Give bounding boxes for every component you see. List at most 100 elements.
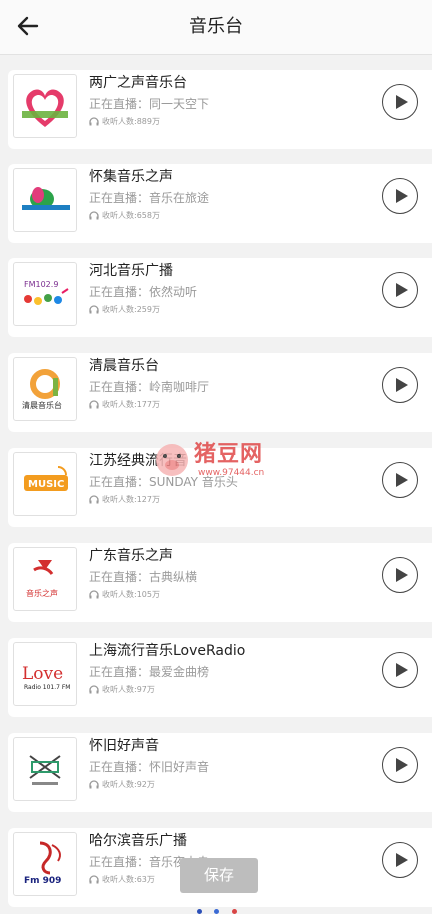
play-icon <box>396 853 408 867</box>
station-logo: MUSIC <box>13 452 77 516</box>
station-logo: FM102.9 <box>13 262 77 326</box>
page-indicator <box>197 909 241 914</box>
headphones-icon <box>89 305 99 314</box>
listener-count-text: 收听人数:97万 <box>102 685 155 694</box>
headphones-icon <box>89 117 99 126</box>
heart-logo-icon <box>22 89 68 127</box>
headphones-icon <box>89 780 99 789</box>
station-card[interactable]: 怀集音乐之声 正在直播：音乐在旅途 收听人数:658万 <box>8 164 432 243</box>
station-logo: Fm 909 <box>13 832 77 896</box>
huaiji-logo-icon <box>22 187 70 210</box>
play-button[interactable] <box>382 84 418 120</box>
love-logo-subtext: Radio 101.7 FM <box>24 684 70 691</box>
station-card[interactable]: FM102.9 河北音乐广播 正在直播：依然动听 收听人数:259万 <box>8 258 432 337</box>
live-program: 正在直播：岭南咖啡厅 <box>89 380 210 394</box>
watermark: 猪豆网 www.97444.cn <box>150 436 280 488</box>
qingchen-logo-text: 清晨音乐台 <box>22 400 62 410</box>
play-icon <box>396 378 408 392</box>
live-program: 正在直播：怀旧好声音 <box>89 760 210 774</box>
love-logo-text: Love <box>22 664 63 684</box>
play-button[interactable] <box>382 842 418 878</box>
listener-count-text: 收听人数:259万 <box>102 305 160 314</box>
watermark-text: 猪豆网 <box>194 442 264 467</box>
play-button[interactable] <box>382 747 418 783</box>
listener-count: 收听人数:177万 <box>89 399 160 410</box>
play-icon <box>396 189 408 203</box>
station-name: 怀集音乐之声 <box>89 169 173 185</box>
listener-count: 收听人数:889万 <box>89 116 160 127</box>
listener-count-text: 收听人数:63万 <box>102 875 155 884</box>
play-icon <box>396 95 408 109</box>
listener-count: 收听人数:97万 <box>89 684 155 695</box>
station-card[interactable]: 两广之声音乐台 正在直播：同一天空下 收听人数:889万 <box>8 70 432 149</box>
station-logo: 清晨音乐台 <box>13 357 77 421</box>
listener-count-text: 收听人数:658万 <box>102 211 160 220</box>
station-logo: 音乐之声 <box>13 547 77 611</box>
listener-count-text: 收听人数:889万 <box>102 117 160 126</box>
listener-count: 收听人数:105万 <box>89 589 160 600</box>
station-name: 怀旧好声音 <box>89 738 159 754</box>
guangdong-logo-text: 音乐之声 <box>26 588 58 598</box>
love-logo-icon: Love Radio 101.7 FM <box>22 664 70 691</box>
play-button[interactable] <box>382 367 418 403</box>
music-logo-text: MUSIC <box>28 479 64 490</box>
play-icon <box>396 568 408 582</box>
listener-count-text: 收听人数:105万 <box>102 590 160 599</box>
page-title: 音乐台 <box>189 16 243 37</box>
station-name: 广东音乐之声 <box>89 548 173 564</box>
live-program: 正在直播：同一天空下 <box>89 97 210 111</box>
hebei-logo-text: FM102.9 <box>24 280 58 289</box>
page-dot <box>214 909 219 914</box>
play-icon <box>396 283 408 297</box>
music-logo-icon: MUSIC <box>24 466 68 491</box>
listener-count: 收听人数:658万 <box>89 210 160 221</box>
play-button[interactable] <box>382 178 418 214</box>
live-program: 正在直播：古典纵横 <box>89 570 198 584</box>
listener-count: 收听人数:63万 <box>89 874 155 885</box>
listener-count-text: 收听人数:177万 <box>102 400 160 409</box>
headphones-icon <box>89 400 99 409</box>
play-button[interactable] <box>382 272 418 308</box>
save-button[interactable]: 保存 <box>180 858 258 893</box>
hebei-logo-icon: FM102.9 <box>24 280 69 305</box>
station-logo <box>13 737 77 801</box>
listener-count: 收听人数:92万 <box>89 779 155 790</box>
live-program: 正在直播：最爱金曲榜 <box>89 665 210 679</box>
headphones-icon <box>89 590 99 599</box>
app-header: 音乐台 <box>0 0 432 55</box>
listener-count: 收听人数:127万 <box>89 494 160 505</box>
play-icon <box>396 473 408 487</box>
station-logo <box>13 168 77 232</box>
live-program: 正在直播：音乐在旅途 <box>89 191 210 205</box>
headphones-icon <box>89 685 99 694</box>
play-button[interactable] <box>382 557 418 593</box>
listener-count-text: 收听人数:127万 <box>102 495 160 504</box>
huaijiu-logo-icon <box>29 755 61 785</box>
page-dot <box>232 909 237 914</box>
headphones-icon <box>89 495 99 504</box>
watermark-url: www.97444.cn <box>198 468 265 478</box>
listener-count-text: 收听人数:92万 <box>102 780 155 789</box>
station-card[interactable]: 清晨音乐台 清晨音乐台 正在直播：岭南咖啡厅 收听人数:177万 <box>8 353 432 432</box>
harbin-logo-text: Fm 909 <box>24 876 61 886</box>
station-name: 河北音乐广播 <box>89 263 173 279</box>
play-button[interactable] <box>382 652 418 688</box>
pig-icon <box>156 444 188 476</box>
play-icon <box>396 758 408 772</box>
page-dot <box>197 909 202 914</box>
station-card[interactable]: Love Radio 101.7 FM 上海流行音乐LoveRadio 正在直播… <box>8 638 432 717</box>
station-logo <box>13 74 77 138</box>
station-name: 哈尔滨音乐广播 <box>89 833 187 849</box>
station-card[interactable]: 音乐之声 广东音乐之声 正在直播：古典纵横 收听人数:105万 <box>8 543 432 622</box>
station-logo: Love Radio 101.7 FM <box>13 642 77 706</box>
listener-count: 收听人数:259万 <box>89 304 160 315</box>
headphones-icon <box>89 211 99 220</box>
play-button[interactable] <box>382 462 418 498</box>
headphones-icon <box>89 875 99 884</box>
station-name: 上海流行音乐LoveRadio <box>89 643 246 659</box>
play-icon <box>396 663 408 677</box>
station-card[interactable]: 怀旧好声音 正在直播：怀旧好声音 收听人数:92万 <box>8 733 432 812</box>
station-name: 两广之声音乐台 <box>89 75 187 91</box>
qingchen-logo-icon: 清晨音乐台 <box>22 369 62 410</box>
station-name: 清晨音乐台 <box>89 358 159 374</box>
